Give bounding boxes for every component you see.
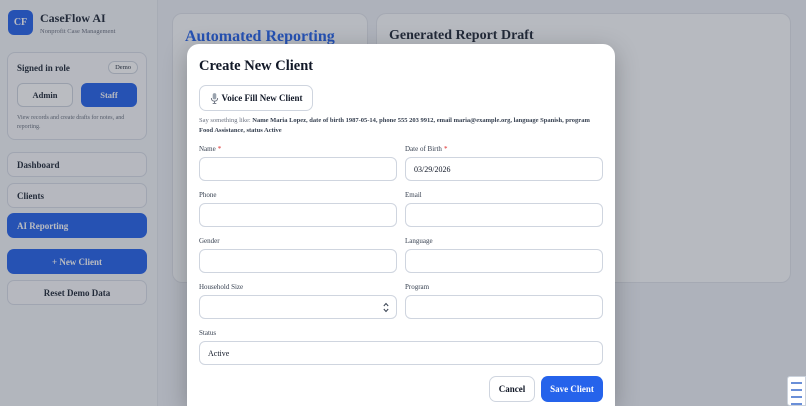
cancel-button[interactable]: Cancel xyxy=(489,376,535,402)
email-field[interactable] xyxy=(405,203,603,227)
name-field[interactable] xyxy=(199,157,397,181)
household-size-label: Household Size xyxy=(199,283,244,291)
modal-title: Create New Client xyxy=(199,58,314,74)
name-label: Name * xyxy=(199,145,222,153)
dob-field[interactable]: 03/29/2026 xyxy=(405,157,603,181)
phone-label: Phone xyxy=(199,191,217,199)
voice-fill-label: Voice Fill New Client xyxy=(221,93,303,103)
floating-widget[interactable] xyxy=(787,376,806,406)
create-client-modal: Create New Client Voice Fill New Client … xyxy=(187,44,615,406)
required-marker: * xyxy=(217,145,222,153)
phone-field[interactable] xyxy=(199,203,397,227)
language-label: Language xyxy=(405,237,433,245)
voice-hint-example: Name Maria Lopez, date of birth 1987-05-… xyxy=(199,117,590,135)
voice-hint-prefix: Say something like: xyxy=(199,117,253,124)
save-client-button[interactable]: Save Client xyxy=(541,376,603,402)
dob-label: Date of Birth * xyxy=(405,145,448,153)
stepper-arrows-icon[interactable] xyxy=(383,302,389,313)
program-field[interactable] xyxy=(405,295,603,319)
status-field[interactable]: Active xyxy=(199,341,603,365)
microphone-icon xyxy=(210,92,218,104)
gender-field[interactable] xyxy=(199,249,397,273)
household-size-field[interactable] xyxy=(199,295,397,319)
required-marker: * xyxy=(443,145,448,153)
gender-label: Gender xyxy=(199,237,220,245)
email-label: Email xyxy=(405,191,422,199)
status-label: Status xyxy=(199,329,217,337)
voice-fill-button[interactable]: Voice Fill New Client xyxy=(199,85,313,111)
program-label: Program xyxy=(405,283,430,291)
voice-hint: Say something like: Name Maria Lopez, da… xyxy=(199,116,599,136)
language-field[interactable] xyxy=(405,249,603,273)
